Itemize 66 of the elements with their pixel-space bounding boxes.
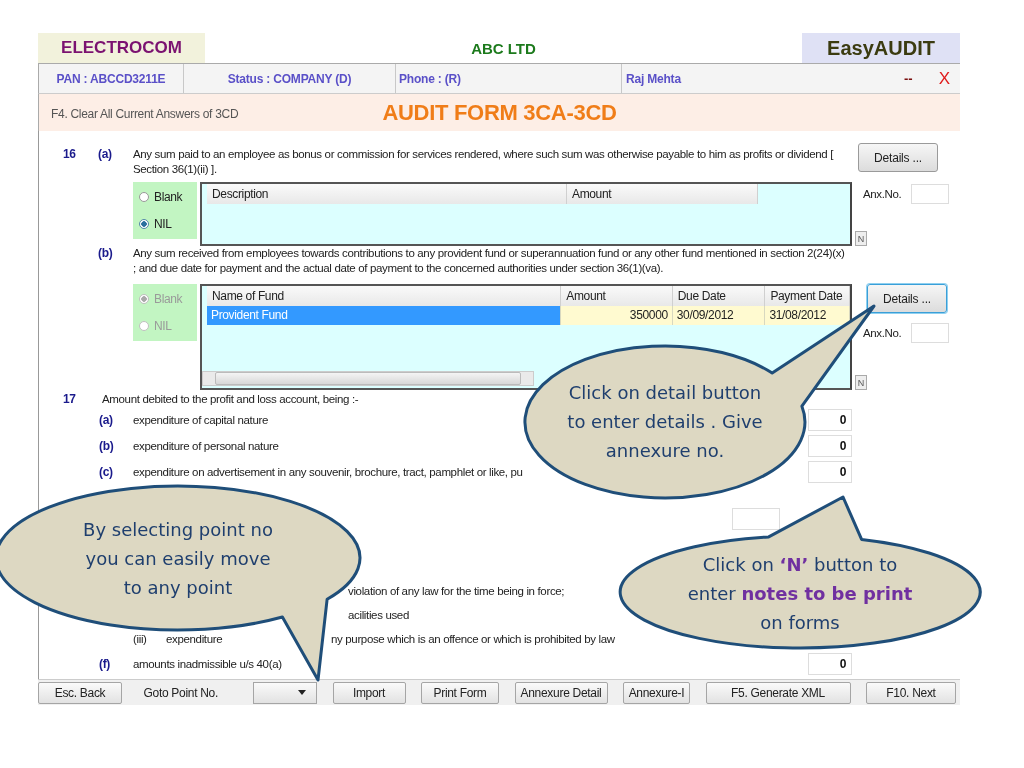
- radio-label: NIL: [154, 216, 172, 231]
- pan-label: PAN : ABCCD3211E: [56, 71, 166, 86]
- toolbar-button[interactable]: Import: [332, 681, 406, 704]
- radio-label: Blank: [154, 292, 183, 307]
- toolbar-button[interactable]: Annexure-I: [623, 681, 690, 704]
- column-header: Description: [207, 184, 567, 204]
- sub-label: (a): [98, 147, 113, 161]
- annexure-label: Anx.No.: [863, 188, 902, 200]
- user-name: Raj Mehta: [626, 71, 681, 86]
- item-text: violation of any law for the time being in force;: [348, 585, 565, 597]
- question-text: Any sum paid to an employee as bonus or commission for services rendered, where such sum was otherwise payable to him as profits or dividend [ Section 36(1)(ii) ].: [133, 147, 835, 177]
- toolbar-button[interactable]: F10. Next: [866, 681, 956, 704]
- sub-label: (c): [98, 465, 114, 479]
- column-header: Name of Fund: [207, 286, 562, 306]
- column-header: Amount: [561, 286, 673, 306]
- sub-label: (b): [98, 439, 115, 453]
- amount-field[interactable]: 0: [808, 409, 852, 431]
- status-label: Status : COMPANY (D): [227, 71, 352, 86]
- minimize-button[interactable]: --: [904, 71, 913, 86]
- table-cell: 350000: [561, 306, 673, 325]
- callout-text: Click on ‘N’ button to enter notes to be print on forms: [686, 553, 914, 635]
- question-text: Any sum received from employees towards contributions to any provident fund or superannuation fund or any other fund mentioned in section 2(24)(x) ; and due date for payment and the actual date of payment to the concerned authorities under section 36(1)(va).: [133, 246, 846, 276]
- amount-field[interactable]: 0: [808, 653, 852, 675]
- question-number: 16: [63, 147, 77, 161]
- sub-label: (f): [98, 657, 111, 671]
- toolbar-button[interactable]: Annexure Detail: [514, 681, 608, 704]
- column-header: Due Date: [672, 286, 766, 306]
- item-text: amounts inadmissible u/s 40(a): [133, 658, 282, 670]
- radio-label: Blank: [154, 190, 183, 205]
- form-title: AUDIT FORM 3CA-3CD: [382, 99, 617, 126]
- item-text: expenditure: [166, 633, 224, 645]
- notes-button[interactable]: N: [855, 375, 867, 390]
- question-text: Amount debited to the profit and loss account, being :-: [102, 393, 359, 405]
- toolbar-button[interactable]: Print Form: [421, 681, 499, 704]
- question-number: 17: [63, 392, 77, 406]
- item-text: ny purpose which is an offence or which is prohibited by law: [331, 633, 615, 645]
- details-button[interactable]: Details ...: [858, 143, 938, 172]
- details-button[interactable]: Details ...: [867, 284, 947, 313]
- amount-field[interactable]: 0: [808, 461, 852, 483]
- product-name: EasyAUDIT: [802, 33, 960, 63]
- toolbar-button[interactable]: F5. Generate XML: [705, 681, 851, 704]
- phone-label: Phone : (R): [399, 71, 461, 86]
- amount-field[interactable]: 0: [808, 435, 852, 457]
- radio-label: NIL: [154, 318, 172, 333]
- column-header: Payment Date: [765, 286, 850, 306]
- sub-label: (a): [98, 413, 114, 427]
- goto-label: Goto Point No.: [142, 685, 219, 700]
- shortcut-link[interactable]: F4. Clear All Current Answers of 3CD: [51, 106, 239, 121]
- table-cell: Provident Fund: [207, 306, 562, 325]
- toolbar-button[interactable]: Esc. Back: [38, 681, 122, 704]
- callout-text: By selecting point no you can easily move to any point: [82, 518, 274, 600]
- item-text: expenditure of personal nature: [133, 440, 279, 452]
- callout-text: Click on detail button to enter details . Give annexure no.: [566, 381, 764, 463]
- item-text: expenditure of capital nature: [133, 414, 268, 426]
- sub-label: (b): [98, 246, 114, 260]
- company-name: ABC LTD: [471, 39, 536, 57]
- column-header: Amount: [567, 184, 758, 204]
- notes-button[interactable]: N: [855, 231, 867, 246]
- table-cell: 31/08/2012: [765, 306, 850, 325]
- annexure-label: Anx.No.: [863, 327, 902, 339]
- brand-label: ELECTROCOM: [38, 33, 205, 63]
- close-button[interactable]: X: [938, 68, 950, 89]
- sub-label: (iii): [133, 633, 148, 645]
- item-text: acilities used: [348, 609, 409, 621]
- table-cell: 30/09/2012: [672, 306, 766, 325]
- item-text: expenditure on advertisement in any souvenir, brochure, tract, pamphlet or like, pu: [133, 466, 523, 478]
